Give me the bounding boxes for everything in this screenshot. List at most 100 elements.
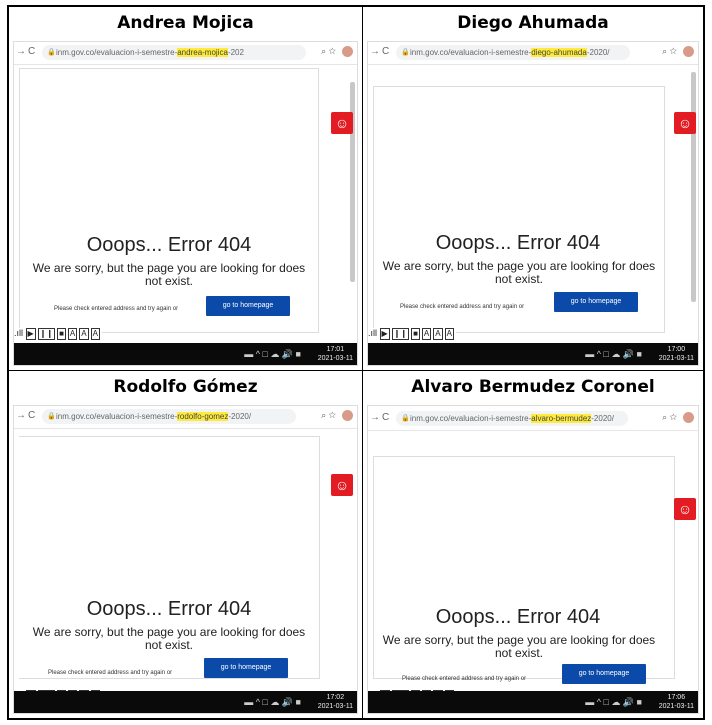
- url-field[interactable]: 🔒 inm.gov.co/evaluacion-i-semestre-rodol…: [42, 409, 296, 424]
- stop-icon[interactable]: ■: [411, 328, 420, 340]
- star-icon[interactable]: ☆: [670, 412, 677, 422]
- star-icon[interactable]: ☆: [670, 46, 677, 56]
- error-message: We are sorry, but the page you are looki…: [382, 259, 656, 286]
- panel-diego-ahumada: Diego Ahumada → C 🔒 inm.gov.co/evaluacio…: [362, 6, 704, 371]
- browser-screenshot: → C 🔒 inm.gov.co/evaluacion-i-semestre-d…: [367, 41, 699, 366]
- avatar[interactable]: [683, 46, 694, 58]
- pause-icon[interactable]: ❙❙: [391, 328, 410, 340]
- error-title: Ooops... Error 404: [435, 606, 601, 628]
- reload-icon[interactable]: C: [382, 412, 389, 423]
- url-field[interactable]: 🔒 inm.gov.co/evaluacion-i-semestre-andre…: [42, 45, 306, 60]
- clock: 17:00 2021-03-11: [659, 345, 694, 363]
- panel-title: Diego Ahumada: [457, 13, 609, 33]
- url-highlight: diego-ahumada: [531, 48, 587, 57]
- accessibility-icon[interactable]: ☺: [331, 474, 353, 496]
- accessibility-icon[interactable]: ☺: [674, 112, 696, 134]
- reload-icon[interactable]: C: [28, 410, 35, 421]
- star-icon[interactable]: ☆: [329, 46, 336, 56]
- clock-date: 2021-03-11: [658, 703, 694, 710]
- clock-date: 2021-03-11: [317, 355, 353, 362]
- panel-title: Alvaro Bermudez Coronel: [411, 377, 655, 397]
- url-highlight: alvaro-bermudez: [531, 414, 592, 423]
- play-icon[interactable]: ▶: [25, 328, 36, 340]
- zoom-icon[interactable]: ⌕: [321, 46, 326, 56]
- url-field[interactable]: 🔒 inm.gov.co/evaluacion-i-semestre-alvar…: [396, 411, 628, 426]
- back-arrow-icon[interactable]: →: [370, 46, 380, 57]
- address-bar: → C 🔒 inm.gov.co/evaluacion-i-semestre-a…: [368, 408, 698, 431]
- error-title: Ooops... Error 404: [435, 232, 601, 254]
- system-tray: ▬ ^ □ ☁ 🔊 ■: [244, 349, 301, 359]
- error-title: Ooops... Error 404: [86, 234, 252, 256]
- lock-icon: 🔒: [47, 413, 56, 420]
- avatar[interactable]: [342, 46, 353, 58]
- clock-date: 2021-03-11: [317, 703, 353, 710]
- play-icon[interactable]: ▶: [379, 328, 390, 340]
- browser-screenshot: → C 🔒 inm.gov.co/evaluacion-i-semestre-r…: [13, 405, 358, 714]
- clock-time: 17:02: [326, 694, 345, 701]
- reload-icon[interactable]: C: [382, 46, 389, 57]
- url-field[interactable]: 🔒 inm.gov.co/evaluacion-i-semestre-diego…: [396, 45, 630, 60]
- clock: 17:06 2021-03-11: [659, 693, 694, 711]
- text-size-icon[interactable]: A: [444, 328, 454, 340]
- lock-icon: 🔒: [401, 415, 410, 422]
- panel-alvaro-bermudez-coronel: Alvaro Bermudez Coronel → C 🔒 inm.gov.co…: [362, 370, 704, 719]
- url-prefix: inm.gov.co/evaluacion-i-semestre-: [56, 48, 178, 57]
- go-to-homepage-button[interactable]: go to homepage: [562, 664, 646, 684]
- accessibility-icon[interactable]: ☺: [331, 112, 353, 134]
- clock-time: 17:06: [667, 694, 686, 701]
- back-arrow-icon[interactable]: →: [370, 412, 380, 423]
- go-to-homepage-button[interactable]: go to homepage: [204, 658, 288, 678]
- clock-time: 17:00: [667, 346, 686, 353]
- avatar[interactable]: [342, 410, 353, 422]
- taskbar: ▬ ^ □ ☁ 🔊 ■ 17:06 2021-03-11: [368, 691, 698, 713]
- zoom-icon[interactable]: ⌕: [662, 46, 667, 56]
- media-controls: .ıll ▶❙❙■AAA: [368, 328, 456, 342]
- url-suffix: -2020/: [591, 414, 614, 423]
- text-size-icon[interactable]: A: [433, 328, 443, 340]
- url-highlight: andrea-mojica: [177, 48, 228, 57]
- clock-time: 17:01: [326, 346, 345, 353]
- system-tray: ▬ ^ □ ☁ 🔊 ■: [244, 697, 301, 707]
- back-arrow-icon[interactable]: →: [16, 46, 26, 57]
- pause-icon[interactable]: ❙❙: [37, 328, 56, 340]
- browser-screenshot: → C 🔒 inm.gov.co/evaluacion-i-semestre-a…: [13, 41, 358, 366]
- url-suffix: -202: [227, 48, 244, 57]
- address-bar: → C 🔒 inm.gov.co/evaluacion-i-semestre-d…: [368, 42, 698, 65]
- system-tray: ▬ ^ □ ☁ 🔊 ■: [585, 697, 642, 707]
- text-size-icon[interactable]: A: [90, 328, 100, 340]
- avatar[interactable]: [683, 412, 694, 424]
- panel-title: Andrea Mojica: [117, 13, 254, 33]
- taskbar: ▬ ^ □ ☁ 🔊 ■ 17:02 2021-03-11: [14, 691, 357, 713]
- text-size-icon[interactable]: A: [421, 328, 432, 340]
- check-address-text: Please check entered address and try aga…: [54, 306, 179, 312]
- url-prefix: inm.gov.co/evaluacion-i-semestre-: [56, 412, 178, 421]
- clock-date: 2021-03-11: [658, 355, 694, 362]
- panel-rodolfo-gomez: Rodolfo Gómez → C 🔒 inm.gov.co/evaluacio…: [8, 370, 363, 719]
- zoom-icon[interactable]: ⌕: [321, 410, 326, 420]
- text-size-icon[interactable]: A: [79, 328, 89, 340]
- comparison-grid: Andrea Mojica → C 🔒 inm.gov.co/evaluacio…: [7, 5, 705, 720]
- taskbar: ▬ ^ □ ☁ 🔊 ■ 17:00 2021-03-11: [368, 343, 698, 365]
- url-suffix: -2020/: [586, 48, 610, 57]
- address-bar: → C 🔒 inm.gov.co/evaluacion-i-semestre-a…: [14, 42, 357, 65]
- reload-icon[interactable]: C: [28, 46, 35, 57]
- error-message: We are sorry, but the page you are looki…: [32, 625, 306, 652]
- star-icon[interactable]: ☆: [329, 410, 336, 420]
- check-address-text: Please check entered address and try aga…: [48, 670, 173, 676]
- url-suffix: -2020/: [228, 412, 252, 421]
- accessibility-icon[interactable]: ☺: [674, 498, 696, 520]
- back-arrow-icon[interactable]: →: [16, 410, 26, 421]
- zoom-icon[interactable]: ⌕: [662, 412, 667, 422]
- error-title: Ooops... Error 404: [86, 598, 252, 620]
- stop-icon[interactable]: ■: [57, 328, 66, 340]
- go-to-homepage-button[interactable]: go to homepage: [554, 292, 638, 312]
- error-message: We are sorry, but the page you are looki…: [32, 261, 306, 288]
- go-to-homepage-button[interactable]: go to homepage: [206, 296, 290, 316]
- lock-icon: 🔒: [47, 49, 56, 56]
- scrollbar[interactable]: [691, 72, 696, 302]
- browser-screenshot: → C 🔒 inm.gov.co/evaluacion-i-semestre-a…: [367, 405, 699, 714]
- address-bar: → C 🔒 inm.gov.co/evaluacion-i-semestre-r…: [14, 406, 357, 429]
- url-prefix: inm.gov.co/evaluacion-i-semestre-: [410, 414, 532, 423]
- text-size-icon[interactable]: A: [67, 328, 78, 340]
- panel-andrea-mojica: Andrea Mojica → C 🔒 inm.gov.co/evaluacio…: [8, 6, 363, 371]
